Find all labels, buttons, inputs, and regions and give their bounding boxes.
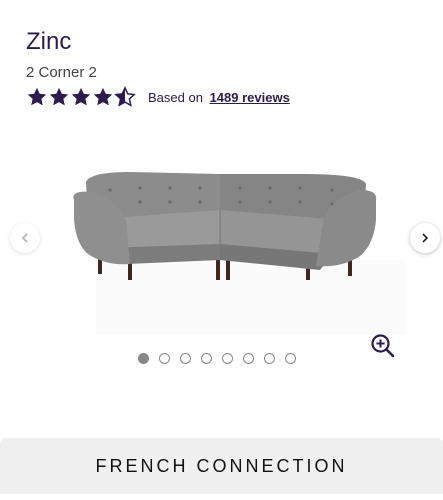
- chevron-right-icon: [422, 233, 429, 243]
- star-icon: [27, 87, 47, 106]
- product-subtitle: 2 Corner 2: [26, 64, 97, 81]
- brand-name: FRENCH CONNECTION: [95, 455, 348, 476]
- carousel-dot[interactable]: [222, 353, 233, 364]
- sofa-image: [73, 172, 377, 280]
- carousel-dot[interactable]: [285, 353, 296, 364]
- carousel-dot[interactable]: [180, 353, 191, 364]
- star-icon: [49, 87, 69, 106]
- carousel-pagination: [138, 353, 296, 364]
- rating-based-on-label: Based on 1489 reviews: [148, 90, 290, 105]
- next-image-button[interactable]: [410, 223, 440, 253]
- star-icon: [71, 87, 91, 106]
- carousel-dot[interactable]: [243, 353, 254, 364]
- zoom-button[interactable]: [370, 333, 396, 359]
- product-image-carousel[interactable]: [0, 130, 443, 360]
- star-icon: [93, 87, 113, 106]
- product-title: Zinc: [26, 28, 72, 55]
- chevron-left-icon: [21, 233, 28, 243]
- carousel-dot[interactable]: [138, 353, 149, 364]
- rating-summary: Based on 1489 reviews: [26, 85, 290, 109]
- brand-banner: FRENCH CONNECTION: [0, 438, 443, 494]
- half-star-icon: [114, 86, 136, 107]
- carousel-dot[interactable]: [201, 353, 212, 364]
- carousel-dot[interactable]: [264, 353, 275, 364]
- carousel-dot[interactable]: [159, 353, 170, 364]
- rating-stars: [26, 86, 136, 108]
- based-on-text: Based on: [148, 89, 203, 105]
- previous-image-button[interactable]: [10, 223, 40, 253]
- reviews-link[interactable]: 1489 reviews: [210, 90, 290, 105]
- zoom-in-icon: [371, 334, 395, 358]
